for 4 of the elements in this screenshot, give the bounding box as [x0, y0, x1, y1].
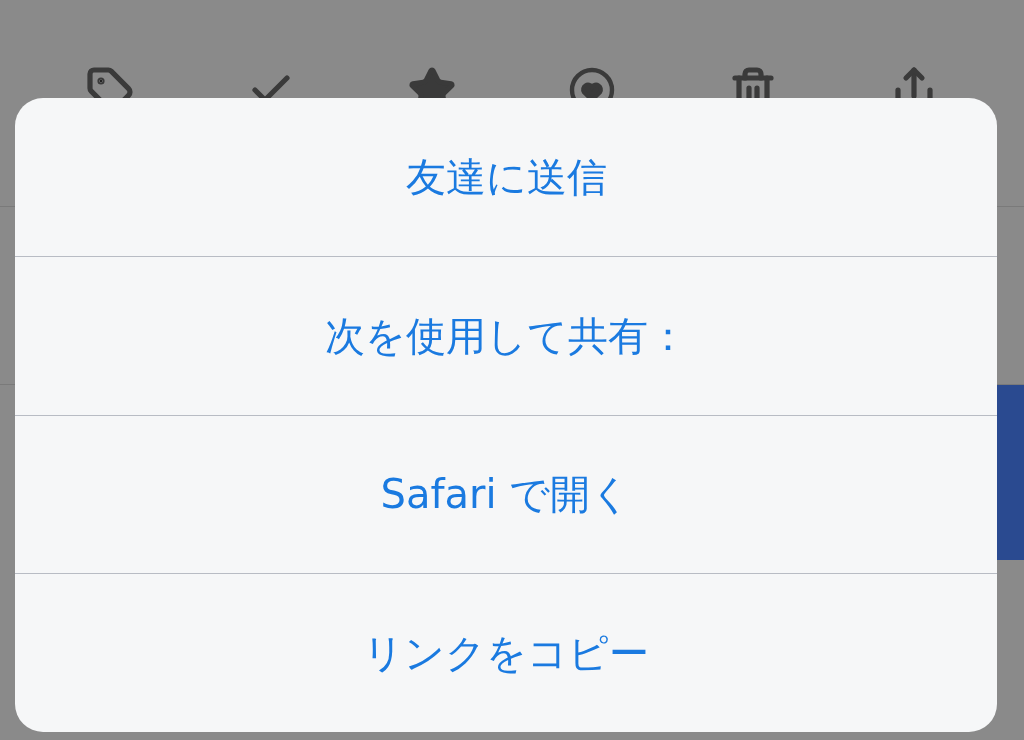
action-button[interactable]: 次を使用して共有： [15, 255, 997, 415]
action-button[interactable]: リンクをコピー [15, 573, 997, 732]
action-button[interactable]: Safari で開く [15, 414, 997, 574]
action-button[interactable]: 友達に送信 [15, 98, 997, 256]
